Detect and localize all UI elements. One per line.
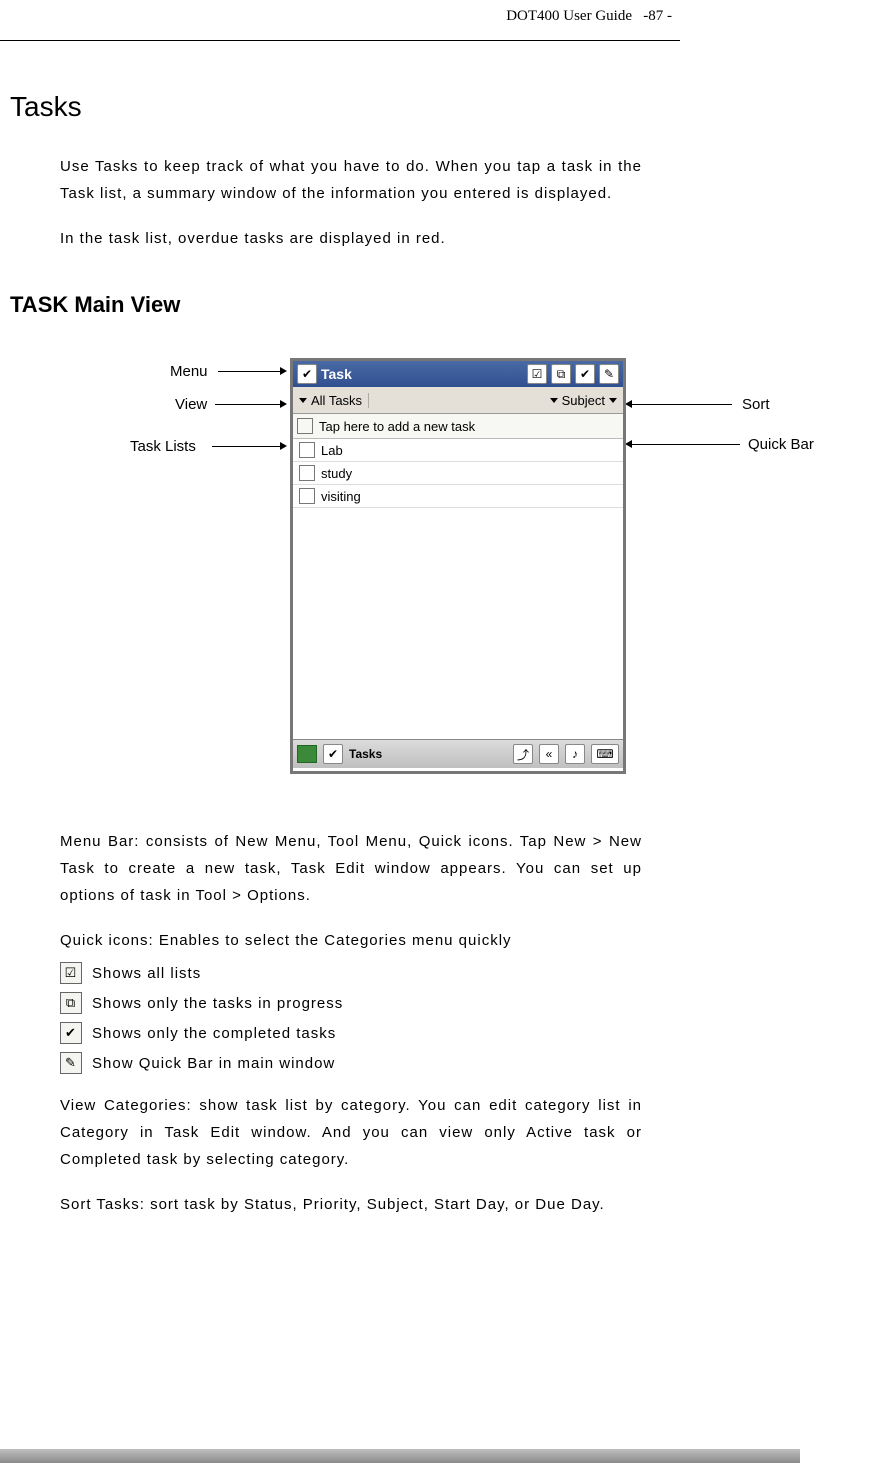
quickbar-icon: ✎ [60, 1052, 82, 1074]
ann-view: View [175, 396, 207, 413]
quick-icon-completed[interactable]: ✔ [575, 364, 595, 384]
quickbar-hint: Tap here to add a new task [319, 419, 475, 434]
pda-taskbar: ✔ Tasks ⤴ « ♪ ⌨ [293, 739, 623, 768]
heading-main-view: TASK Main View [10, 292, 872, 318]
tasks-taskbar-icon[interactable]: ✔ [323, 744, 343, 764]
pda-title: Task [321, 366, 352, 382]
ann-view-line [215, 404, 280, 405]
pda-tasklist: Lab study visiting [293, 439, 623, 739]
ann-task-lists-line [212, 446, 280, 447]
start-icon[interactable] [297, 745, 317, 763]
taskbar-label: Tasks [349, 747, 382, 761]
task-label: visiting [321, 489, 361, 504]
view-categories-paragraph: View Categories: show task list by categ… [60, 1092, 642, 1173]
intro-paragraph-1-text: Use Tasks to keep track of what you have… [60, 158, 642, 202]
intro-paragraph-2: In the task list, overdue tasks are disp… [60, 225, 642, 252]
in-progress-icon: ⧉ [60, 992, 82, 1014]
task-checkbox[interactable] [299, 442, 315, 458]
pda-filterbar: All Tasks Subject [293, 387, 623, 414]
pda-screenshot: ✔ Task ☑ ⧉ ✔ ✎ All Tasks Subject [290, 358, 626, 774]
completed-icon: ✔ [60, 1022, 82, 1044]
ann-sort-arrow [625, 400, 632, 408]
dropdown-arrow-icon [609, 398, 617, 403]
task-checkbox[interactable] [299, 488, 315, 504]
quickbar-checkbox[interactable] [297, 418, 313, 434]
quick-icons-intro: Quick icons: Enables to select the Categ… [60, 927, 642, 954]
dropdown-arrow-icon [299, 398, 307, 403]
sort-tasks-paragraph: Sort Tasks: sort task by Status, Priorit… [60, 1191, 642, 1218]
taskbar-icon[interactable]: ♪ [565, 744, 585, 764]
menu-bar-paragraph: Menu Bar: consists of New Menu, Tool Men… [60, 828, 642, 909]
footer-bar [0, 1449, 800, 1463]
header-rule [0, 40, 680, 41]
sort-dropdown-label: Subject [562, 393, 605, 408]
quick-icon-quickbar[interactable]: ✎ [599, 364, 619, 384]
icon-def-row: ⧉ Shows only the tasks in progress [60, 992, 642, 1014]
taskbar-icon[interactable]: « [539, 744, 559, 764]
icon-def-row: ☑ Shows all lists [60, 962, 642, 984]
intro-paragraph-1: Use Tasks to keep track of what you have… [60, 153, 642, 207]
dropdown-arrow-icon [550, 398, 558, 403]
view-dropdown[interactable]: All Tasks [293, 393, 369, 408]
sort-dropdown[interactable]: Subject [544, 393, 623, 408]
icon-def-row: ✔ Shows only the completed tasks [60, 1022, 642, 1044]
task-app-icon: ✔ [297, 364, 317, 384]
page: DOT400 User Guide -87 - Tasks Use Tasks … [0, 0, 872, 1483]
ann-menu-arrow [280, 367, 287, 375]
icon-def-row: ✎ Show Quick Bar in main window [60, 1052, 642, 1074]
ann-sort: Sort [742, 396, 770, 413]
ann-task-lists: Task Lists [130, 438, 196, 455]
icon-def-text: Shows only the tasks in progress [92, 995, 343, 1012]
ann-quick-bar: Quick Bar [748, 436, 814, 453]
heading-tasks: Tasks [10, 91, 872, 123]
ann-view-arrow [280, 400, 287, 408]
all-lists-icon: ☑ [60, 962, 82, 984]
icon-definitions: ☑ Shows all lists ⧉ Shows only the tasks… [60, 962, 642, 1074]
ann-quick-bar-arrow [625, 440, 632, 448]
task-label: Lab [321, 443, 343, 458]
taskbar-sip-icon[interactable]: ⌨ [591, 744, 619, 764]
guide-title: DOT400 User Guide [506, 8, 632, 24]
figure-area: Menu View Task Lists Sort Quick Bar ✔ Ta… [0, 358, 872, 798]
icon-def-text: Show Quick Bar in main window [92, 1055, 335, 1072]
taskbar-icon[interactable]: ⤴ [513, 744, 533, 764]
page-header: DOT400 User Guide -87 - [506, 8, 672, 25]
icon-def-text: Shows only the completed tasks [92, 1025, 336, 1042]
quick-icon-all[interactable]: ☑ [527, 364, 547, 384]
view-dropdown-label: All Tasks [311, 393, 362, 408]
task-row[interactable]: visiting [293, 485, 623, 508]
task-checkbox[interactable] [299, 465, 315, 481]
ann-sort-line [632, 404, 732, 405]
ann-menu-line [218, 371, 280, 372]
ann-quick-bar-line [632, 444, 740, 445]
task-label: study [321, 466, 352, 481]
icon-def-text: Shows all lists [92, 965, 201, 982]
quick-icon-progress[interactable]: ⧉ [551, 364, 571, 384]
page-number: -87 - [643, 8, 672, 24]
task-row[interactable]: Lab [293, 439, 623, 462]
task-row[interactable]: study [293, 462, 623, 485]
pda-titlebar: ✔ Task ☑ ⧉ ✔ ✎ [293, 361, 623, 387]
ann-task-lists-arrow [280, 442, 287, 450]
ann-menu: Menu [170, 363, 208, 380]
pda-quickbar[interactable]: Tap here to add a new task [293, 414, 623, 439]
